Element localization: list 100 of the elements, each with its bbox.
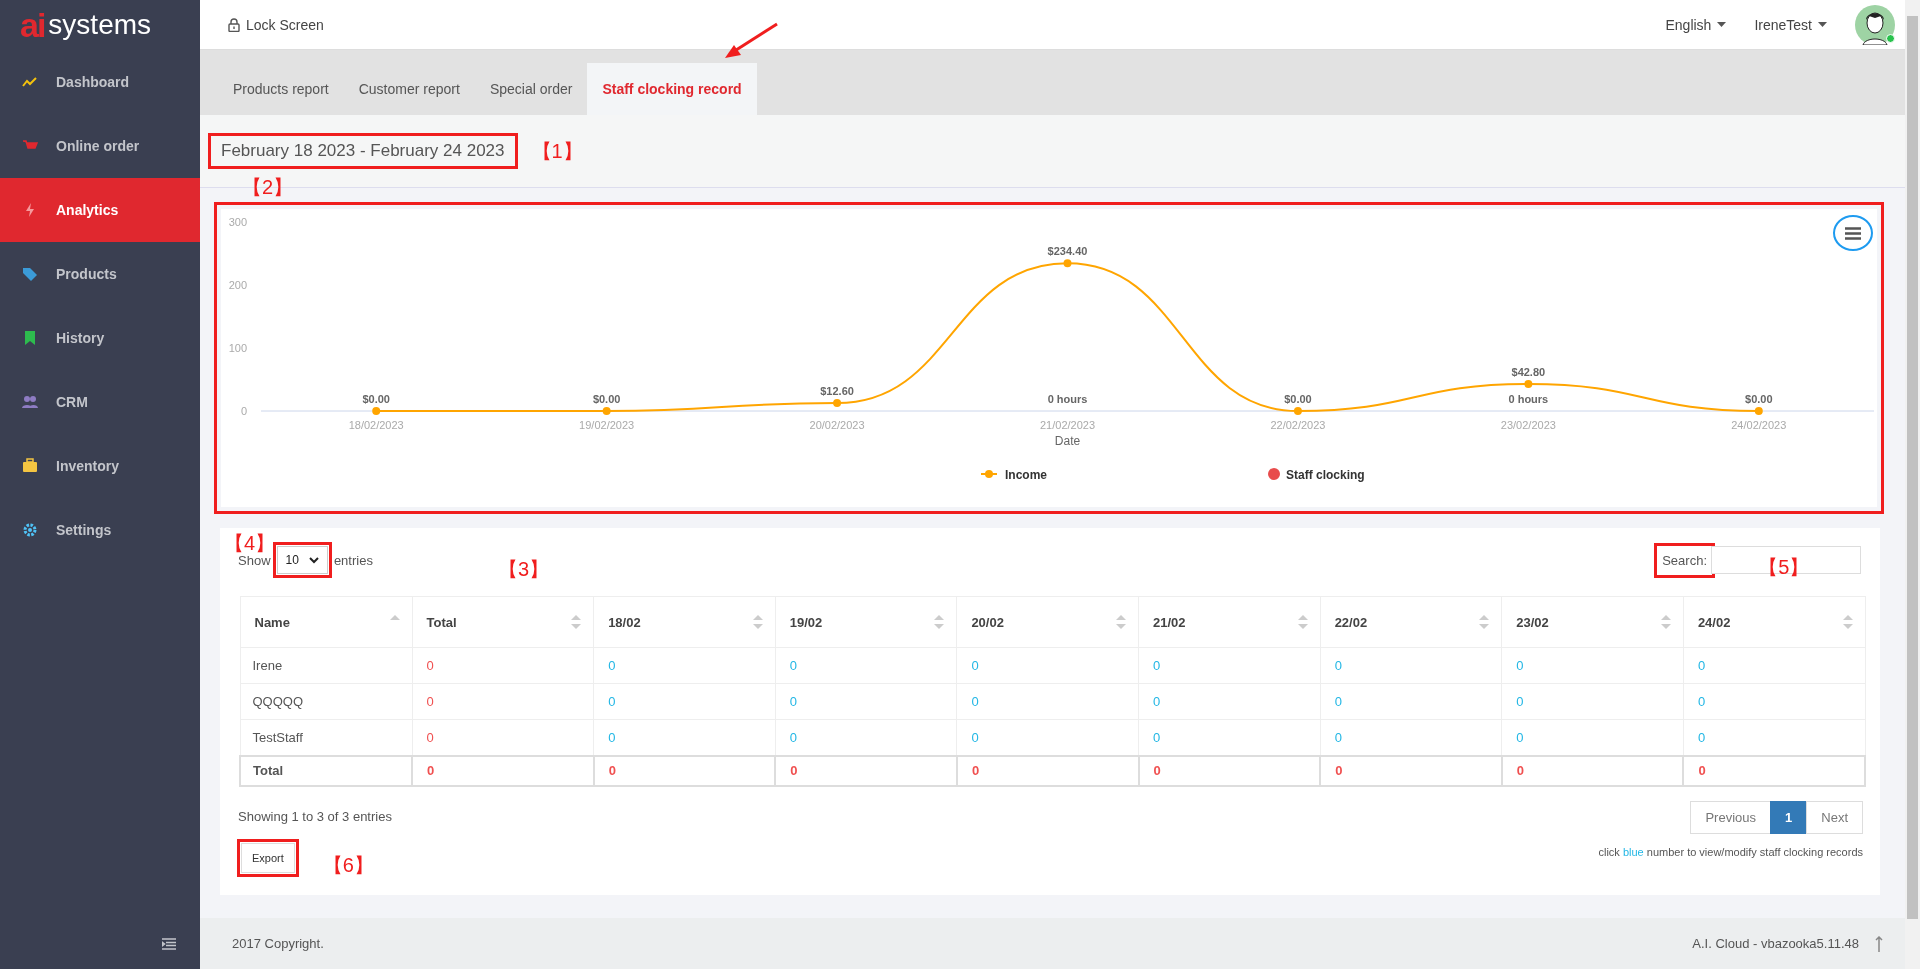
tab[interactable]: Staff clocking record (587, 63, 757, 115)
chart-annotation: 0 hours (1047, 393, 1088, 405)
users-icon (22, 394, 38, 410)
date-range[interactable]: February 18 2023 - February 24 2023 (208, 133, 518, 169)
data-label: $0.00 (592, 393, 621, 405)
table-cell: 0 (412, 755, 594, 786)
hint-text: click blue number to view/modify staff clocking records (1598, 845, 1863, 858)
legend-item[interactable]: Staff clocking (1286, 468, 1365, 482)
x-tick-label: 18/02/2023 (348, 419, 404, 431)
table-cell: 0 (956, 755, 1139, 786)
column-header[interactable]: 24/02 (1683, 596, 1865, 648)
pagination-button[interactable]: Next (1806, 800, 1863, 834)
language-dropdown[interactable]: English (1665, 16, 1727, 33)
data-label: $0.00 (1745, 393, 1773, 405)
data-point (1063, 259, 1072, 268)
caret-icon (1818, 22, 1827, 27)
x-tick-label: 23/02/2023 (1500, 419, 1556, 431)
data-point (1293, 407, 1302, 415)
sidebar-item[interactable]: Analytics (0, 178, 200, 242)
copyright-text: 2017 Copyright. (232, 936, 324, 951)
x-tick-label: 22/02/2023 (1270, 419, 1326, 431)
scrollbar[interactable] (1905, 0, 1920, 969)
column-header[interactable]: 23/02 (1501, 596, 1684, 648)
column-header[interactable]: Total (412, 596, 594, 648)
logo-text: systems (48, 11, 152, 39)
x-tick-label: 21/02/2023 (1039, 419, 1096, 431)
entries-info: Showing 1 to 3 of 3 entries (238, 808, 392, 824)
x-tick-label: 19/02/2023 (579, 419, 635, 431)
legend-item[interactable]: Income (1005, 468, 1047, 482)
column-header[interactable]: 21/02 (1138, 596, 1321, 648)
chart-annotation: 0 hours (1508, 393, 1549, 405)
data-point (1524, 380, 1533, 389)
table-cell: Irene (240, 647, 412, 684)
data-point (1754, 407, 1763, 415)
table-cell: 0 (593, 755, 776, 786)
tab[interactable]: Customer report (343, 63, 475, 115)
column-header[interactable]: 20/02 (956, 596, 1139, 648)
data-label: $0.00 (362, 393, 390, 405)
chevron-icon (308, 556, 319, 564)
column-header[interactable]: 18/02 (593, 596, 776, 648)
column-header[interactable]: Name (240, 596, 412, 648)
y-tick-label: 300 (228, 216, 247, 228)
table-cell: Total (240, 755, 412, 786)
sidebar-item[interactable]: Products (0, 242, 200, 306)
x-tick-label: 24/02/2023 (1731, 419, 1787, 431)
annotation-label: 【1】 (531, 138, 583, 164)
table-cell: 0 (1320, 755, 1502, 786)
padlock-icon (228, 17, 240, 32)
version-text: A.I. Cloud - vbazooka5.11.48 (1692, 936, 1859, 951)
gear-icon (22, 522, 38, 538)
caret-icon (1717, 22, 1727, 27)
data-label: $12.60 (820, 385, 854, 398)
data-label: $0.00 (1284, 393, 1312, 405)
sidebar-item[interactable]: CRM (0, 370, 200, 434)
scrollbar-thumb[interactable] (1907, 16, 1918, 919)
legend-marker (1268, 468, 1280, 480)
briefcase-icon (22, 458, 38, 474)
sidebar-item[interactable]: Dashboard (0, 50, 200, 114)
annotation-label: 【3】 (498, 557, 550, 582)
table-cell: 0 (1501, 755, 1684, 786)
annotation-label: 【5】 (1758, 555, 1810, 580)
annotation-label: 【2】 (242, 175, 294, 200)
data-point (833, 399, 842, 408)
pagination-button[interactable]: 1 (1770, 800, 1808, 834)
avatar[interactable] (1855, 4, 1895, 45)
scroll-top-icon[interactable] (1875, 935, 1883, 952)
column-header[interactable]: 22/02 (1320, 596, 1502, 648)
annotation-circle (1833, 215, 1873, 251)
user-dropdown[interactable]: IreneTest (1754, 16, 1827, 33)
tab[interactable]: Special order (474, 63, 588, 115)
sidebar-item[interactable]: Inventory (0, 434, 200, 498)
y-tick-label: 0 (240, 405, 247, 417)
logo-mark: ai (20, 8, 45, 42)
sidebar-item[interactable]: History (0, 306, 200, 370)
table-cell: 0 (1138, 755, 1321, 786)
collapse-icon[interactable] (162, 938, 176, 950)
x-axis-title: Date (1054, 434, 1081, 448)
table-cell: QQQQQ (240, 683, 412, 720)
annotation-label: 【6】 (322, 852, 374, 878)
data-point (602, 407, 611, 415)
y-tick-label: 100 (228, 342, 247, 354)
length-label: entries (333, 552, 373, 568)
tab[interactable]: Products report (218, 63, 344, 115)
x-tick-label: 20/02/2023 (809, 419, 865, 431)
table-cell: 0 (775, 755, 957, 786)
lock-screen-link[interactable]: Lock Screen (228, 16, 324, 33)
tag-icon (22, 266, 38, 282)
table-cell: 0 (412, 647, 594, 684)
table-cell: 0 (1683, 755, 1865, 786)
column-header[interactable]: 19/02 (775, 596, 957, 648)
sidebar-item[interactable]: Settings (0, 498, 200, 562)
table-cell: 0 (412, 683, 594, 720)
pagination-button[interactable]: Previous (1690, 800, 1772, 834)
legend-marker (980, 470, 998, 478)
y-tick-label: 200 (228, 279, 247, 291)
table-cell: TestStaff (240, 719, 412, 756)
data-label: $42.80 (1511, 366, 1546, 379)
bookmark-icon (22, 330, 38, 346)
data-label: $234.40 (1047, 245, 1088, 258)
sidebar-item[interactable]: Online order (0, 114, 200, 178)
